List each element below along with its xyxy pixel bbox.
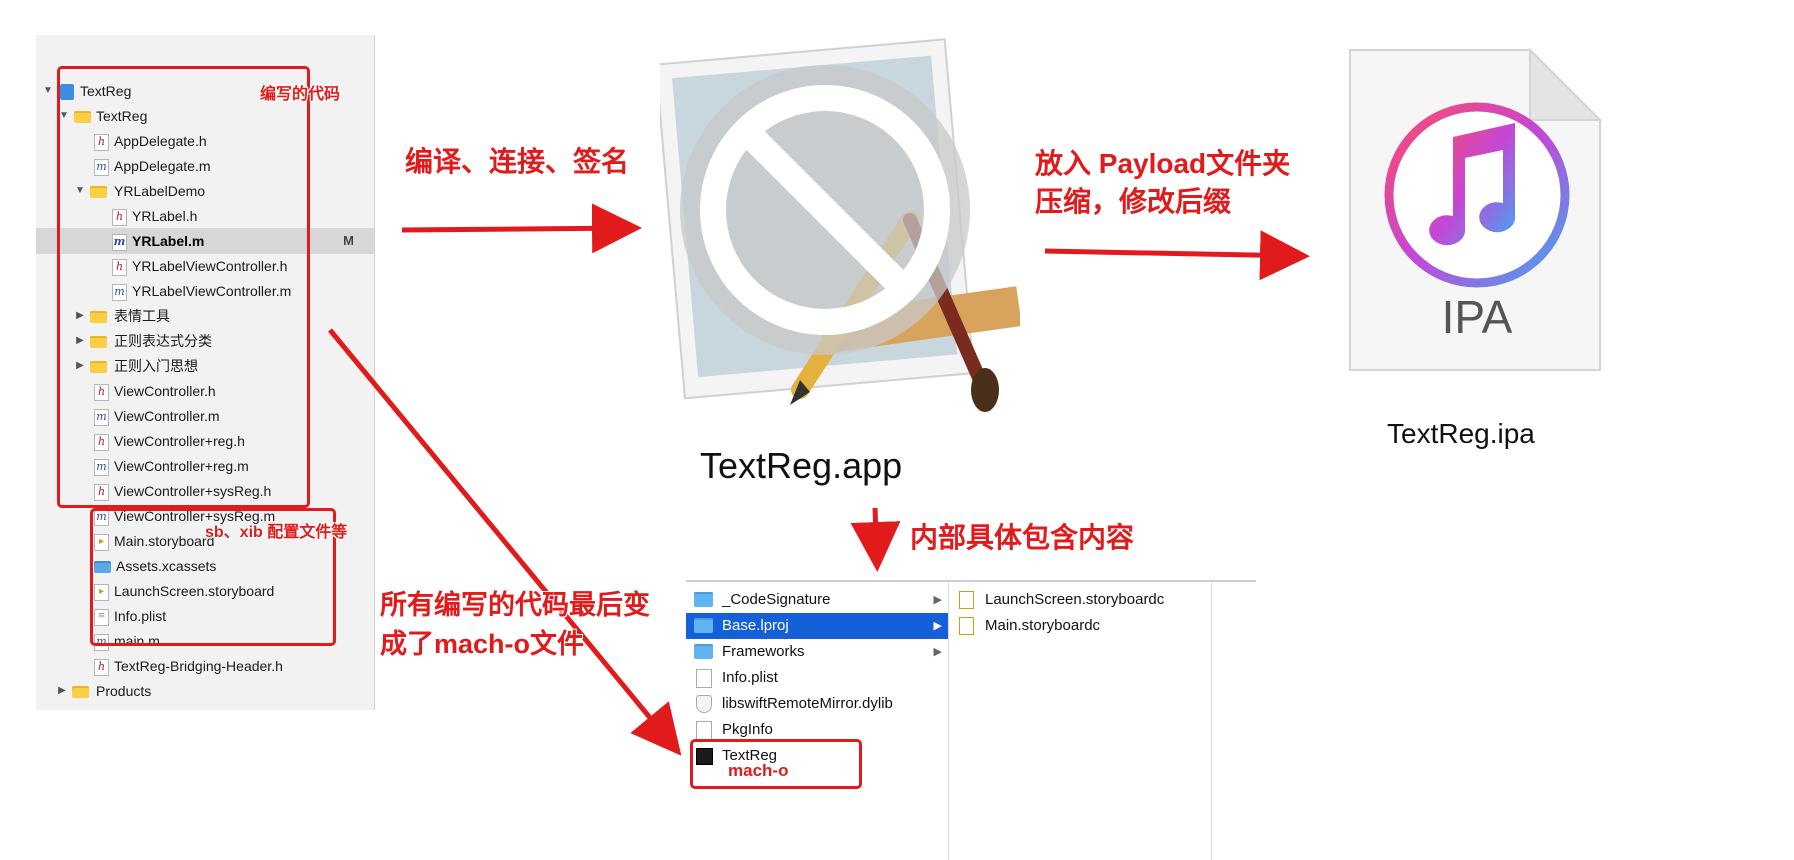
finder-row-label: Base.lproj bbox=[722, 617, 789, 634]
finder-column-2: LaunchScreen.storyboardc Main.storyboard… bbox=[949, 582, 1212, 860]
finder-row[interactable]: Main.storyboardc bbox=[949, 613, 1211, 639]
arrow-contents bbox=[850, 507, 901, 572]
folder-icon bbox=[694, 644, 713, 659]
arrow-mach-o bbox=[328, 328, 682, 756]
disclosure-open-icon[interactable]: ▼ bbox=[42, 78, 54, 104]
finder-row-label: Info.plist bbox=[722, 669, 778, 686]
storyboard-icon bbox=[959, 617, 974, 635]
finder-row[interactable]: libswiftRemoteMirror.dylib bbox=[686, 691, 948, 717]
storyboard-icon bbox=[959, 591, 974, 609]
nav-row-label: Products bbox=[96, 683, 152, 699]
written-code-note: 编写的代码 bbox=[260, 86, 341, 103]
app-bundle-caption: TextReg.app bbox=[700, 445, 903, 486]
finder-row[interactable]: LaunchScreen.storyboardc bbox=[949, 587, 1211, 613]
folder-icon bbox=[694, 592, 713, 607]
finder-row-label: Main.storyboardc bbox=[985, 617, 1101, 634]
finder-row-label: libswiftRemoteMirror.dylib bbox=[722, 695, 893, 712]
payload-note-line2: 压缩，修改后缀 bbox=[1035, 186, 1232, 217]
ipa-file-icon: IPA bbox=[1345, 45, 1605, 375]
modified-badge: M bbox=[343, 233, 354, 248]
folder-icon bbox=[694, 618, 713, 633]
finder-row[interactable]: _CodeSignature ▶ bbox=[686, 587, 948, 613]
document-icon bbox=[696, 721, 712, 740]
finder-row-label: _CodeSignature bbox=[722, 591, 831, 608]
finder-row[interactable]: Info.plist bbox=[686, 665, 948, 691]
disclosure-closed-icon[interactable]: ▶ bbox=[56, 678, 68, 704]
header-file-icon: h bbox=[94, 659, 109, 676]
written-code-box bbox=[57, 66, 310, 508]
ipa-icon-label: IPA bbox=[1442, 291, 1513, 343]
folder-icon bbox=[72, 686, 89, 698]
ipa-caption: TextReg.ipa bbox=[1387, 418, 1535, 449]
plist-icon bbox=[696, 669, 712, 688]
app-bundle-icon bbox=[654, 20, 1022, 420]
mach-o-tag: mach-o bbox=[728, 761, 789, 780]
finder-row[interactable]: Frameworks ▶ bbox=[686, 639, 948, 665]
chevron-right-icon: ▶ bbox=[933, 646, 942, 658]
mach-o-note-line2: 成了mach-o文件 bbox=[380, 629, 585, 659]
payload-note-line1: 放入 Payload文件夹 bbox=[1035, 148, 1291, 179]
arrow-compile bbox=[401, 203, 642, 254]
dylib-icon bbox=[696, 695, 712, 713]
finder-row-label: LaunchScreen.storyboardc bbox=[985, 591, 1165, 608]
nav-row-label: TextReg-Bridging-Header.h bbox=[114, 658, 283, 674]
finder-column-1: _CodeSignature ▶ Base.lproj ▶ Frameworks… bbox=[686, 582, 949, 860]
finder-column-view: _CodeSignature ▶ Base.lproj ▶ Frameworks… bbox=[686, 580, 1256, 860]
finder-row-selected[interactable]: Base.lproj ▶ bbox=[686, 613, 948, 639]
chevron-right-icon: ▶ bbox=[933, 620, 942, 632]
mach-o-note-line1: 所有编写的代码最后变 bbox=[380, 590, 650, 620]
nav-row-folder[interactable]: ▶ Products bbox=[36, 678, 374, 704]
compile-link-sign-note: 编译、连接、签名 bbox=[405, 146, 630, 177]
nav-row-file[interactable]: h TextReg-Bridging-Header.h bbox=[36, 653, 374, 679]
arrow-package bbox=[1044, 230, 1310, 281]
contents-note: 内部具体包含内容 bbox=[910, 522, 1135, 553]
config-files-note: sb、xib 配置文件等 bbox=[205, 524, 348, 541]
finder-row-label: Frameworks bbox=[722, 643, 805, 660]
chevron-right-icon: ▶ bbox=[933, 594, 942, 606]
